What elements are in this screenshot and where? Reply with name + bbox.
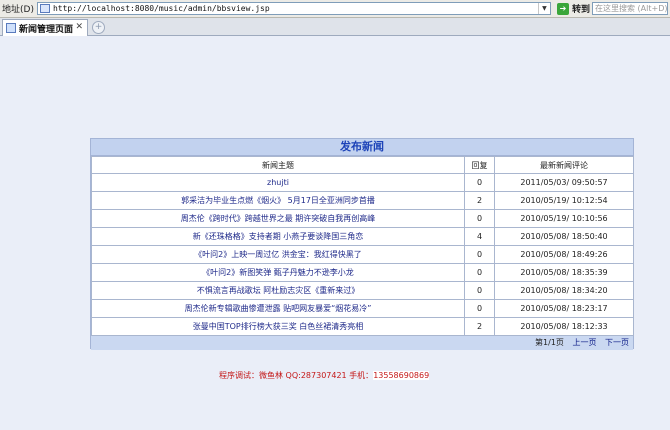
news-subject-link[interactable]: 不惧流言再战歌坛 阿杜励志灾区《重新来过》 xyxy=(91,281,465,300)
news-subject-link[interactable]: zhujti xyxy=(91,173,465,192)
news-subject-link[interactable]: 《叶问2》新图笑弹 甄子丹魅力不逊李小龙 xyxy=(91,263,465,282)
latest-comment-time: 2010/05/08/ 18:50:40 xyxy=(494,227,634,246)
latest-comment-time: 2010/05/08/ 18:35:39 xyxy=(494,263,634,282)
latest-comment-time: 2010/05/08/ 18:23:17 xyxy=(494,299,634,318)
news-subject-link[interactable]: 《叶问2》上映一周过亿 洪金宝：我红得快黑了 xyxy=(91,245,465,264)
prev-page-link[interactable]: 上一页 xyxy=(572,338,596,347)
panel-title: 发布新闻 xyxy=(91,139,633,156)
reply-count: 0 xyxy=(464,245,495,264)
news-subject-link[interactable]: 周杰伦新专辑歌曲惨遭泄露 贴吧网友暴爱“烟花易冷” xyxy=(91,299,465,318)
table-row: 《叶问2》上映一周过亿 洪金宝：我红得快黑了 0 2010/05/08/ 18:49… xyxy=(91,245,634,264)
page-icon xyxy=(6,23,16,33)
table-row: 郭采洁为毕业生点燃《烟火》 5月17日全亚洲同步首播 2 2010/05/19/ 1… xyxy=(91,191,634,210)
table-row: zhujti 0 2011/05/03/ 09:50:57 xyxy=(91,173,634,192)
reply-count: 4 xyxy=(464,227,495,246)
reply-count: 2 xyxy=(464,191,495,210)
go-arrow-icon: ➔ xyxy=(556,2,569,15)
column-header-subject: 新闻主题 xyxy=(91,156,465,174)
column-header-latest-comment: 最新新闻评论 xyxy=(494,156,634,174)
column-header-replies: 回复 xyxy=(464,156,495,174)
latest-comment-time: 2010/05/19/ 10:10:56 xyxy=(494,209,634,228)
credit-text: 程序调试：微鱼林 QQ:287307421 手机： xyxy=(219,371,374,380)
table-row: 《叶问2》新图笑弹 甄子丹魅力不逊李小龙 0 2010/05/08/ 18:35:3… xyxy=(91,263,634,282)
address-label: 地址(D) xyxy=(2,5,34,15)
new-tab-button[interactable]: + xyxy=(92,21,105,34)
pager: 第1/1页 上一页 下一页 xyxy=(91,336,633,350)
table-row: 周杰伦《跨时代》跨越世界之最 期许突破自我再创高峰 0 2010/05/19/ 10… xyxy=(91,209,634,228)
news-subject-link[interactable]: 郭采洁为毕业生点燃《烟火》 5月17日全亚洲同步首播 xyxy=(91,191,465,210)
latest-comment-time: 2011/05/03/ 09:50:57 xyxy=(494,173,634,192)
latest-comment-time: 2010/05/19/ 10:12:54 xyxy=(494,191,634,210)
table-row: 周杰伦新专辑歌曲惨遭泄露 贴吧网友暴爱“烟花易冷” 0 2010/05/08/ 18… xyxy=(91,299,634,318)
page-icon xyxy=(39,4,50,13)
reply-count: 0 xyxy=(464,299,495,318)
url-dropdown-chevron-icon[interactable]: ▼ xyxy=(537,3,550,14)
go-button[interactable]: ➔ 转到 xyxy=(556,2,590,16)
url-text[interactable]: http://localhost:8080/music/admin/bbsvie… xyxy=(53,4,538,13)
phone-number: 13558690869 xyxy=(373,371,430,380)
table-row: 张曼中国TOP排行榜大获三奖 白色丝裙清秀亮相 2 2010/05/08/ 18:1… xyxy=(91,317,634,336)
reply-count: 0 xyxy=(464,209,495,228)
table-header-row: 新闻主题 回复 最新新闻评论 xyxy=(91,156,634,174)
address-bar: 地址(D) http://localhost:8080/music/admin/… xyxy=(0,0,670,18)
news-panel: 发布新闻 新闻主题 回复 最新新闻评论 zhujti 0 2011/05/03/ 0… xyxy=(90,138,634,350)
footer-credit: 程序调试：微鱼林 QQ:287307421 手机：13558690869 xyxy=(219,370,430,381)
table-row: 新《还珠格格》支持者期 小燕子要谈降国三角恋 4 2010/05/08/ 18:50… xyxy=(91,227,634,246)
search-input[interactable]: 在这里搜索 (Alt+D) xyxy=(592,2,668,15)
latest-comment-time: 2010/05/08/ 18:49:26 xyxy=(494,245,634,264)
news-subject-link[interactable]: 新《还珠格格》支持者期 小燕子要谈降国三角恋 xyxy=(91,227,465,246)
url-field[interactable]: http://localhost:8080/music/admin/bbsvie… xyxy=(36,2,551,15)
reply-count: 2 xyxy=(464,317,495,336)
news-subject-link[interactable]: 张曼中国TOP排行榜大获三奖 白色丝裙清秀亮相 xyxy=(91,317,465,336)
latest-comment-time: 2010/05/08/ 18:12:33 xyxy=(494,317,634,336)
news-table: 新闻主题 回复 最新新闻评论 zhujti 0 2011/05/03/ 09:50:… xyxy=(91,156,634,336)
page-info: 第1/1页 xyxy=(535,338,564,347)
reply-count: 0 xyxy=(464,281,495,300)
go-label: 转到 xyxy=(571,5,590,15)
tab-title: 新闻管理页面 xyxy=(19,24,74,35)
next-page-link[interactable]: 下一页 xyxy=(605,338,629,347)
news-subject-link[interactable]: 周杰伦《跨时代》跨越世界之最 期许突破自我再创高峰 xyxy=(91,209,465,228)
reply-count: 0 xyxy=(464,173,495,192)
table-row: 不惧流言再战歌坛 阿杜励志灾区《重新来过》 0 2010/05/08/ 18:34:… xyxy=(91,281,634,300)
reply-count: 0 xyxy=(464,263,495,282)
tab-news-admin[interactable]: 新闻管理页面 ✕ xyxy=(2,19,88,36)
tab-bar: 新闻管理页面 ✕ + xyxy=(0,18,670,36)
close-icon[interactable]: ✕ xyxy=(75,22,83,32)
latest-comment-time: 2010/05/08/ 18:34:20 xyxy=(494,281,634,300)
